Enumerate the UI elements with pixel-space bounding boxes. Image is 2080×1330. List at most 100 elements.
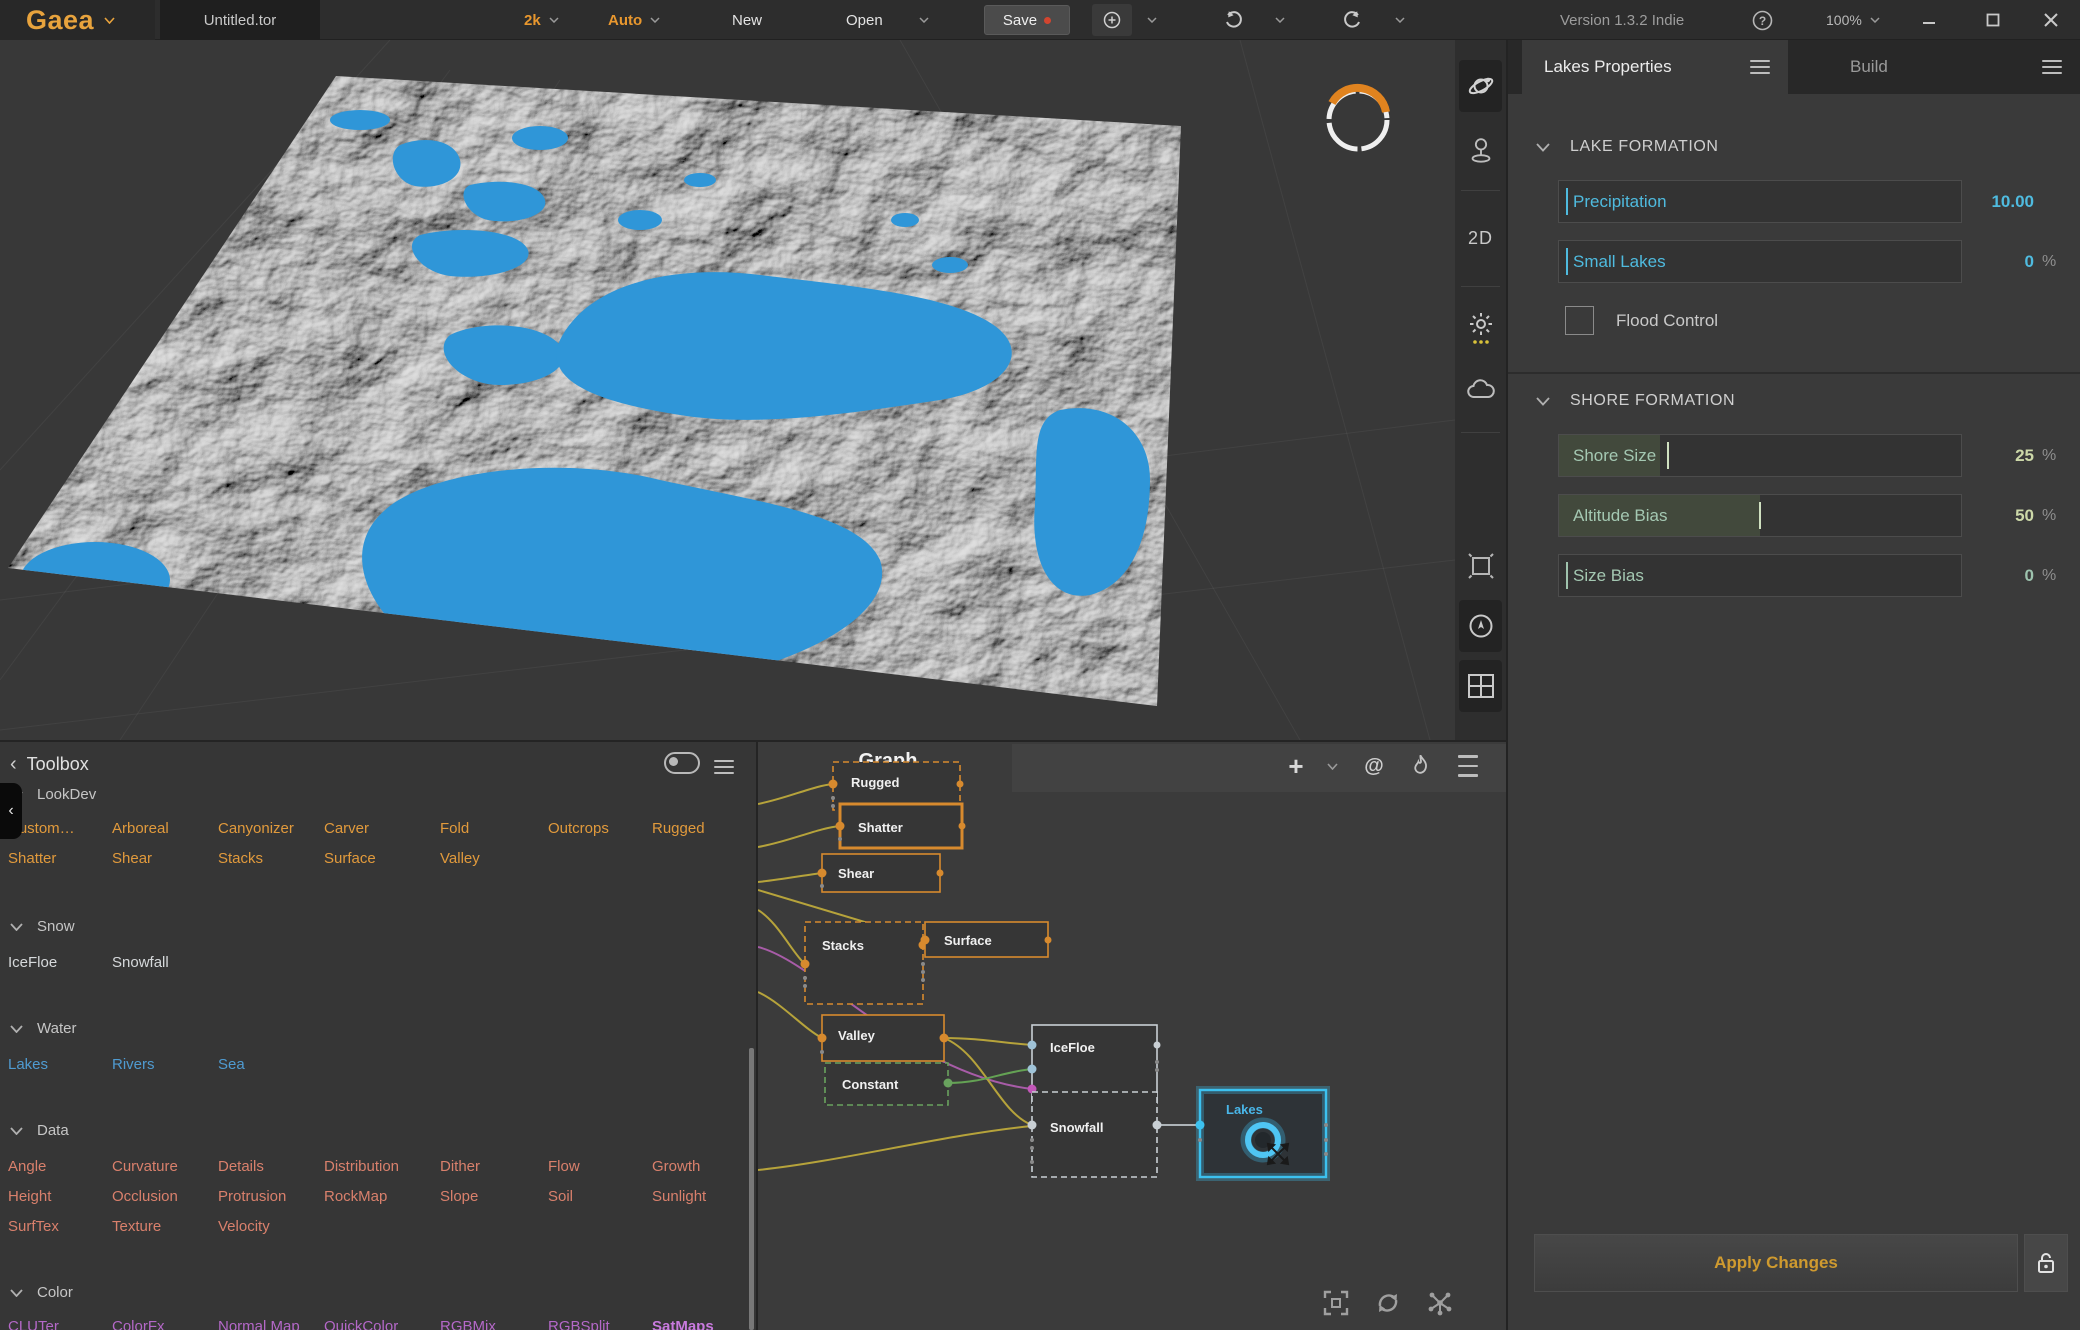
toolbox-flyout-handle[interactable]: ‹ xyxy=(0,783,22,839)
node-constant[interactable]: Constant xyxy=(825,1063,953,1105)
section-lake-formation[interactable]: LAKE FORMATION xyxy=(1536,138,1719,156)
toolbox-item[interactable]: IceFloe xyxy=(8,954,112,984)
toolbox-item[interactable]: Soil xyxy=(548,1188,652,1218)
node-connections-button[interactable] xyxy=(1427,1290,1453,1316)
layout-grid-button[interactable] xyxy=(1459,660,1502,712)
node-shatter[interactable]: Shatter xyxy=(836,804,966,848)
tab-menu-icon[interactable] xyxy=(2042,56,2062,78)
toolbox-item[interactable]: Valley xyxy=(440,850,548,880)
toolbox-item[interactable]: Normal Map xyxy=(218,1318,324,1330)
tab-menu-icon[interactable] xyxy=(1750,56,1770,78)
toolbox-item[interactable]: Canyonizer xyxy=(218,820,324,850)
toolbox-item[interactable]: ColorFx xyxy=(112,1318,218,1330)
collapse-toolbox-icon[interactable]: ‹ xyxy=(10,753,17,776)
app-menu-button[interactable]: Gaea xyxy=(0,0,155,40)
ui-zoom-dropdown[interactable]: 100% xyxy=(1826,0,1880,40)
toolbox-item[interactable]: Rugged xyxy=(652,820,752,850)
node-graph-canvas[interactable]: Rugged Shatter Shear Stacks xyxy=(758,742,1506,1330)
lock-button[interactable] xyxy=(2024,1234,2068,1292)
terrain-3d-viewport[interactable] xyxy=(0,40,1455,740)
tab-lakes-properties[interactable]: Lakes Properties xyxy=(1522,40,1788,94)
view-2d-button[interactable]: 2D xyxy=(1455,212,1506,264)
undo-button[interactable] xyxy=(1222,0,1244,40)
lighting-button[interactable] xyxy=(1455,302,1506,354)
node-valley[interactable]: Valley xyxy=(818,1015,949,1061)
maximize-button[interactable] xyxy=(1986,0,2000,40)
toolbox-item[interactable]: Surface xyxy=(324,850,440,880)
toolbox-item[interactable]: Dither xyxy=(440,1158,548,1188)
toolbox-item[interactable]: Sea xyxy=(218,1056,324,1086)
graph-panel[interactable]: Graph + @ xyxy=(758,742,1506,1330)
toolbox-item[interactable]: Occlusion xyxy=(112,1188,218,1218)
add-resource-button[interactable] xyxy=(1092,4,1132,36)
toolbox-item[interactable]: Lakes xyxy=(8,1056,112,1086)
orbit-view-button[interactable] xyxy=(1459,60,1502,112)
node-lakes[interactable]: Lakes xyxy=(1196,1090,1329,1177)
toolbox-item[interactable]: Details xyxy=(218,1158,324,1188)
field-shore-size[interactable]: Shore Size xyxy=(1558,434,1962,477)
tab-build[interactable]: Build xyxy=(1804,40,2080,94)
new-button[interactable]: New xyxy=(732,0,762,40)
toolbox-item[interactable]: SatMaps xyxy=(652,1318,752,1330)
resolution-dropdown[interactable]: 2k xyxy=(524,0,559,40)
toolbox-item[interactable]: Fold xyxy=(440,820,548,850)
open-button[interactable]: Open xyxy=(846,0,929,40)
toolbox-menu-button[interactable] xyxy=(714,756,734,778)
toolbox-item[interactable]: RockMap xyxy=(324,1188,440,1218)
toolbox-item[interactable]: Texture xyxy=(112,1218,218,1248)
build-mode-dropdown[interactable]: Auto xyxy=(608,0,660,40)
field-altitude-bias[interactable]: Altitude Bias xyxy=(1558,494,1962,537)
toolbox-item[interactable]: Angle xyxy=(8,1158,112,1188)
compass-button[interactable] xyxy=(1459,600,1502,652)
toolbox-item[interactable]: Growth xyxy=(652,1158,752,1188)
node-stacks[interactable]: Stacks xyxy=(801,922,928,1004)
toolbox-category-color[interactable]: Color xyxy=(10,1284,73,1301)
toolbox-item[interactable]: Shear xyxy=(112,850,218,880)
document-tab[interactable]: Untitled.tor xyxy=(160,0,320,40)
camera-location-button[interactable] xyxy=(1455,124,1506,176)
node-shear[interactable]: Shear xyxy=(818,854,944,892)
toolbox-item[interactable]: Shatter xyxy=(8,850,112,880)
toolbox-compact-toggle[interactable] xyxy=(664,752,700,774)
toolbox-scrollbar[interactable] xyxy=(749,1048,754,1330)
section-shore-formation[interactable]: SHORE FORMATION xyxy=(1536,392,1735,410)
toolbox-category-water[interactable]: Water xyxy=(10,1020,76,1037)
redo-dropdown[interactable] xyxy=(1395,0,1405,40)
field-small-lakes[interactable]: Small Lakes xyxy=(1558,240,1962,283)
toolbox-item[interactable]: Snowfall xyxy=(112,954,218,984)
toolbox-item[interactable]: Distribution xyxy=(324,1158,440,1188)
apply-changes-button[interactable]: Apply Changes xyxy=(1534,1234,2018,1292)
toolbox-category-data[interactable]: Data xyxy=(10,1122,69,1139)
node-surface[interactable]: Surface xyxy=(921,922,1052,957)
refresh-graph-button[interactable] xyxy=(1375,1290,1401,1316)
toolbox-item[interactable]: RGBSplit xyxy=(548,1318,652,1330)
toolbox-item[interactable]: Protrusion xyxy=(218,1188,324,1218)
flood-control-checkbox[interactable] xyxy=(1565,306,1594,335)
toolbox-item[interactable]: SurfTex xyxy=(8,1218,112,1248)
close-button[interactable] xyxy=(2044,0,2058,40)
toolbox-item[interactable]: RGBMix xyxy=(440,1318,548,1330)
field-precipitation[interactable]: Precipitation xyxy=(1558,180,1962,223)
toolbox-item[interactable]: Curvature xyxy=(112,1158,218,1188)
toolbox-item[interactable]: Arboreal xyxy=(112,820,218,850)
minimize-button[interactable] xyxy=(1922,0,1936,40)
atmosphere-button[interactable] xyxy=(1455,364,1506,416)
toolbox-item[interactable]: Height xyxy=(8,1188,112,1218)
toolbox-item[interactable]: Velocity xyxy=(218,1218,324,1248)
save-button[interactable]: Save xyxy=(984,5,1070,35)
toolbox-category-snow[interactable]: Snow xyxy=(10,918,75,935)
redo-button[interactable] xyxy=(1342,0,1364,40)
toolbox-item[interactable]: CLUTer xyxy=(8,1318,112,1330)
add-resource-dropdown[interactable] xyxy=(1147,0,1157,40)
toolbox-item[interactable]: Rivers xyxy=(112,1056,218,1086)
toolbox-item[interactable]: Sunlight xyxy=(652,1188,752,1218)
fit-graph-button[interactable] xyxy=(1323,1290,1349,1316)
toolbox-item[interactable]: Custom… xyxy=(8,820,112,850)
undo-dropdown[interactable] xyxy=(1275,0,1285,40)
help-button[interactable]: ? xyxy=(1752,0,1773,40)
node-snowfall[interactable]: Snowfall xyxy=(1028,1092,1162,1177)
field-size-bias[interactable]: Size Bias xyxy=(1558,554,1962,597)
toolbox-item[interactable]: Stacks xyxy=(218,850,324,880)
toolbox-item[interactable]: Carver xyxy=(324,820,440,850)
toolbox-item[interactable]: Outcrops xyxy=(548,820,652,850)
